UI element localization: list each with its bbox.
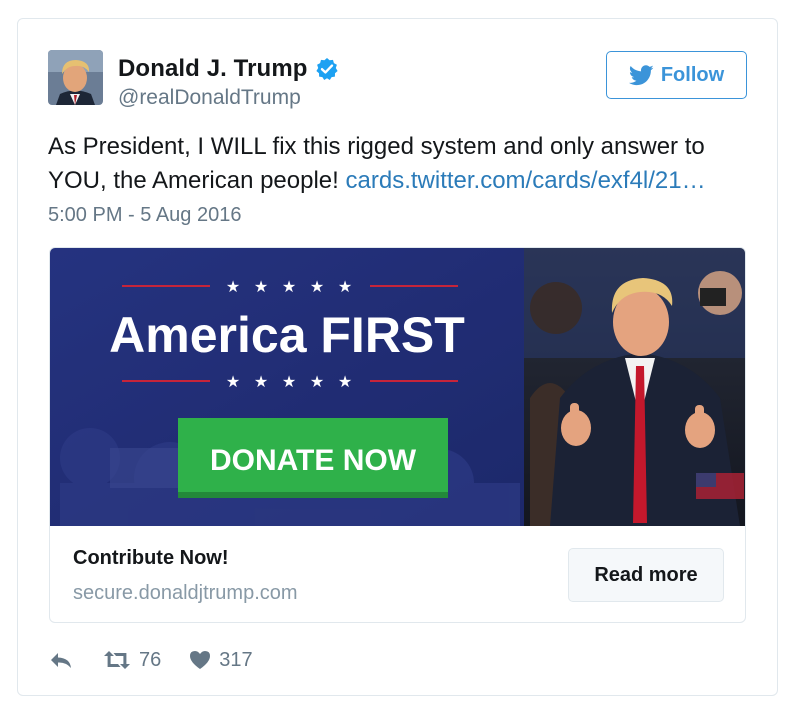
- banner-headline: America FIRST: [109, 307, 465, 363]
- tweet-link[interactable]: cards.twitter.com/cards/exf4l/21…: [346, 167, 706, 194]
- reply-icon: [51, 653, 71, 668]
- svg-text:★: ★: [282, 372, 296, 391]
- card-image[interactable]: ★ ★ ★ ★ ★ ★ ★ ★ ★ ★ America FIRST DONATE NOW: [50, 248, 746, 526]
- svg-text:★: ★: [254, 372, 268, 391]
- svg-text:★: ★: [338, 277, 352, 296]
- twitter-bird-icon: [628, 64, 654, 85]
- follow-label: Follow: [660, 63, 725, 86]
- tweet-actions: 76 317: [49, 647, 253, 673]
- tweet-text: As President, I WILL fix this rigged sys…: [48, 130, 748, 198]
- reply-button[interactable]: [49, 650, 73, 670]
- banner-donate-label: DONATE NOW: [210, 444, 417, 477]
- svg-text:★: ★: [254, 277, 268, 296]
- card-url[interactable]: secure.donaldjtrump.com: [73, 582, 298, 605]
- read-more-button[interactable]: Read more: [568, 548, 724, 602]
- follow-button[interactable]: Follow: [606, 51, 747, 99]
- svg-text:★: ★: [282, 277, 296, 296]
- retweet-count: 76: [139, 648, 162, 671]
- svg-text:★: ★: [310, 372, 324, 391]
- verified-badge-icon: [315, 57, 339, 81]
- tweet-card: Donald J. Trump @realDonaldTrump Follow …: [17, 18, 778, 696]
- like-count: 317: [219, 648, 253, 671]
- svg-text:★: ★: [226, 372, 240, 391]
- like-button[interactable]: 317: [189, 648, 253, 672]
- retweet-button[interactable]: 76: [103, 649, 161, 672]
- retweet-icon: [104, 651, 130, 669]
- card-title[interactable]: Contribute Now!: [73, 547, 229, 570]
- author-name-row[interactable]: Donald J. Trump: [118, 55, 339, 83]
- svg-text:★: ★: [226, 277, 240, 296]
- link-card[interactable]: ★ ★ ★ ★ ★ ★ ★ ★ ★ ★ America FIRST DONATE NOW: [49, 247, 746, 623]
- author-handle[interactable]: @realDonaldTrump: [118, 86, 301, 110]
- svg-text:★: ★: [310, 277, 324, 296]
- tweet-timestamp[interactable]: 5:00 PM - 5 Aug 2016: [48, 204, 241, 227]
- avatar[interactable]: [48, 50, 103, 105]
- heart-icon: [190, 651, 211, 669]
- author-name[interactable]: Donald J. Trump: [118, 55, 308, 83]
- svg-text:★: ★: [338, 372, 352, 391]
